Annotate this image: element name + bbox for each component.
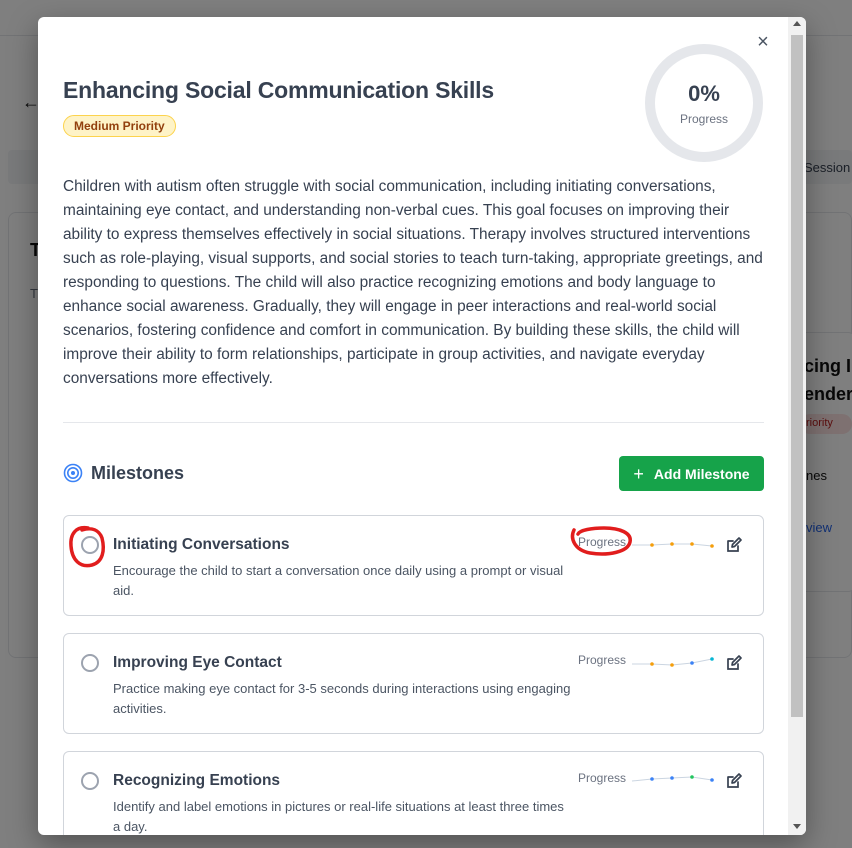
scroll-down-arrow-icon[interactable] (793, 824, 801, 829)
modal-content: × Enhancing Social Communication Skills … (38, 17, 788, 835)
edit-icon[interactable] (725, 772, 743, 790)
milestone-progress-sparkline (632, 657, 714, 667)
goal-title: Enhancing Social Communication Skills (63, 77, 494, 103)
milestone-card: Initiating Conversations Encourage the c… (63, 515, 764, 616)
goal-description: Children with autism often struggle with… (63, 178, 763, 387)
milestone-complete-checkbox[interactable] (81, 772, 99, 790)
milestone-description: Practice making eye contact for 3-5 seco… (113, 681, 571, 716)
add-milestone-button[interactable]: + Add Milestone (619, 456, 764, 491)
scroll-up-arrow-icon[interactable] (793, 21, 801, 26)
goal-detail-modal: × Enhancing Social Communication Skills … (38, 17, 806, 835)
milestone-card: Recognizing Emotions Identify and label … (63, 751, 764, 835)
milestone-title: Improving Eye Contact (113, 654, 282, 671)
milestones-heading: Milestones (91, 463, 185, 483)
milestone-title: Recognizing Emotions (113, 772, 281, 789)
milestone-progress-sparkline (631, 775, 714, 782)
milestone-complete-checkbox[interactable] (81, 654, 99, 672)
modal-scrollbar[interactable] (788, 17, 806, 835)
milestone-progress-label: Progress (578, 653, 627, 667)
target-icon (63, 463, 83, 483)
section-divider (63, 422, 764, 423)
edit-icon[interactable] (725, 536, 743, 554)
milestone-progress-label: Progress (578, 535, 627, 549)
add-milestone-label: Add Milestone (653, 465, 750, 482)
milestone-description: Identify and label emotions in pictures … (113, 799, 564, 834)
milestone-complete-checkbox[interactable] (81, 536, 99, 554)
milestone-progress-label: Progress (578, 771, 627, 785)
milestone-description: Encourage the child to start a conversat… (113, 563, 564, 598)
milestone-title: Initiating Conversations (113, 536, 290, 553)
priority-badge: Medium Priority (63, 115, 176, 137)
progress-value: 0% (688, 81, 720, 106)
progress-label: Progress (679, 112, 729, 126)
milestone-card: Improving Eye Contact Practice making ey… (63, 633, 764, 734)
scrollbar-thumb[interactable] (791, 35, 803, 717)
milestone-progress-sparkline (632, 542, 714, 548)
plus-icon: + (633, 463, 644, 484)
edit-icon[interactable] (725, 654, 743, 672)
